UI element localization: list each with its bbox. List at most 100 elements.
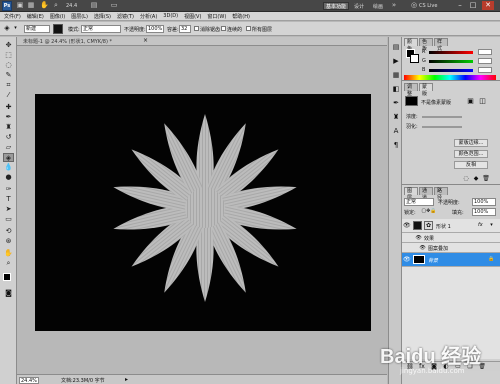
menu-view[interactable]: 视图(V) (184, 13, 201, 20)
tool-preset-chevron-icon[interactable]: ▾ (13, 24, 18, 34)
type-tool[interactable]: T (3, 195, 14, 204)
invert-button[interactable]: 反相 (454, 161, 488, 169)
menu-analysis[interactable]: 分析(A) (140, 13, 157, 20)
vector-mask-icon[interactable]: ◫ (478, 97, 487, 106)
tab-swatches[interactable]: 色板 (419, 38, 433, 52)
stamp-tool[interactable]: ♜ (3, 123, 14, 132)
workspace-more-icon[interactable]: » (390, 1, 398, 10)
background-layer-name[interactable]: 背景 (428, 257, 448, 264)
menu-image[interactable]: 图像(I) (50, 13, 65, 20)
fill-source-select[interactable]: 新建 (24, 25, 50, 33)
character-panel-icon[interactable]: A (391, 127, 401, 136)
layer-name[interactable]: 形状 1 (436, 223, 462, 230)
slider-r-track[interactable] (429, 51, 473, 54)
bucket-tool-icon[interactable]: ◈ (2, 24, 12, 34)
slider-g-track[interactable] (429, 60, 473, 63)
menu-help[interactable]: 帮助(H) (232, 13, 250, 20)
zoom-tool[interactable]: ⌕ (3, 259, 14, 268)
foreground-color-swatch[interactable] (3, 273, 11, 281)
effects-visibility-icon[interactable]: 👁 (415, 234, 422, 242)
layer-effects-row[interactable]: 👁 效果 (402, 233, 500, 243)
contiguous-checkbox[interactable] (221, 26, 226, 31)
slider-r-input[interactable] (478, 49, 492, 55)
pattern-swatch[interactable] (53, 24, 63, 34)
tab-layers[interactable]: 图层 (404, 187, 418, 201)
workspace-paint-button[interactable]: 绘画 (370, 2, 386, 10)
background-eye-icon[interactable]: 👁 (403, 255, 411, 264)
load-selection-icon[interactable]: ◌ (462, 174, 470, 182)
color-range-button[interactable]: 颜色范围... (454, 150, 488, 158)
opacity-input[interactable]: 100% (146, 25, 164, 33)
lock-icon[interactable]: ▢✥🔒 (420, 207, 438, 216)
document-tab[interactable]: 未标题-1 @ 24.4% (形状1, CMYK/8) * × (17, 37, 387, 46)
feather-track[interactable] (422, 126, 462, 128)
swatches-icon[interactable]: ▦ (391, 71, 401, 80)
history-panel-icon[interactable]: ▤ (391, 43, 401, 52)
menu-file[interactable]: 文件(F) (4, 13, 21, 20)
layer-blend-mode-select[interactable]: 正常 (404, 198, 434, 206)
menu-select[interactable]: 选择(S) (94, 13, 111, 20)
3d-orbit-tool[interactable]: ⊛ (3, 237, 14, 246)
minibridge-icon[interactable]: ▦ (27, 1, 35, 10)
menu-layer[interactable]: 图层(L) (71, 13, 88, 20)
workspace-design-button[interactable]: 设计 (351, 2, 367, 10)
marquee-tool[interactable]: ⬚ (3, 51, 14, 60)
status-arrow-icon[interactable]: ▸ (125, 376, 128, 383)
tolerance-input[interactable]: 32 (179, 25, 191, 33)
quick-mask-icon[interactable]: ◙ (3, 289, 14, 298)
layer-row-background[interactable]: 👁 背景 🔒 (402, 253, 500, 267)
zoom-tool-icon[interactable]: ⌕ (52, 1, 60, 10)
blend-mode-select[interactable]: 正常 (81, 25, 121, 33)
maximize-icon[interactable]: □ (468, 1, 478, 10)
apply-mask-icon[interactable]: ◆ (472, 174, 480, 182)
zoom-status[interactable]: 24.4% (19, 377, 39, 384)
tab-color[interactable]: 颜色 (404, 38, 418, 52)
healing-tool[interactable]: ✚ (3, 103, 14, 112)
paint-bucket-tool[interactable]: ◈ (3, 153, 14, 162)
tab-paths[interactable]: 路径 (434, 187, 448, 201)
minimize-icon[interactable]: – (455, 1, 465, 10)
close-icon[interactable]: ✕ (482, 1, 494, 10)
hand-tool[interactable]: ✋ (3, 249, 14, 258)
slider-b-input[interactable] (478, 67, 492, 73)
styles-icon[interactable]: ◧ (391, 85, 401, 94)
canvas[interactable] (35, 94, 371, 331)
pixel-mask-icon[interactable]: ▣ (466, 97, 475, 106)
eyedropper-tool[interactable]: ⁄ (3, 91, 14, 100)
menu-window[interactable]: 窗口(W) (207, 13, 226, 20)
hand-tool-icon[interactable]: ✋ (40, 1, 49, 10)
layer-row-shape[interactable]: 👁 ✿ 形状 1 fx ▾ (402, 219, 500, 233)
pattern-overlay-row[interactable]: 👁 图案叠加 (402, 243, 500, 253)
zoom-level[interactable]: 24.4 (66, 3, 80, 10)
bridge-icon[interactable]: ▣ (16, 1, 24, 10)
eraser-tool[interactable]: ▱ (3, 143, 14, 152)
pen-tool[interactable]: ✑ (3, 185, 14, 194)
screen-mode-icon[interactable]: ▭ (110, 1, 118, 10)
paragraph-panel-icon[interactable]: ¶ (391, 141, 401, 150)
crop-tool[interactable]: ⌗ (3, 81, 14, 90)
tab-channels[interactable]: 通道 (419, 187, 433, 201)
tab-masks[interactable]: 蒙版 (419, 83, 433, 97)
flower-shape[interactable] (35, 94, 371, 331)
fx-badge[interactable]: fx (478, 222, 486, 229)
brush-tool[interactable]: ✒ (3, 113, 14, 122)
delete-mask-icon[interactable]: 🗑 (482, 174, 490, 182)
menu-edit[interactable]: 编辑(E) (27, 13, 44, 20)
antialias-checkbox[interactable] (194, 26, 199, 31)
slider-b-track[interactable] (429, 69, 473, 72)
arrange-docs-icon[interactable]: ▤ (90, 1, 98, 10)
actions-panel-icon[interactable]: ▶ (391, 57, 401, 66)
move-tool[interactable]: ✥ (3, 41, 14, 50)
layer-opacity-input[interactable]: 100% (472, 198, 496, 206)
history-brush-tool[interactable]: ↺ (3, 133, 14, 142)
path-select-tool[interactable]: ➤ (3, 205, 14, 214)
clone-source-icon[interactable]: ♜ (391, 113, 401, 122)
color-spectrum-bar[interactable] (404, 75, 496, 80)
fill-input[interactable]: 100% (472, 208, 496, 216)
pattern-visibility-icon[interactable]: 👁 (419, 244, 426, 252)
blur-tool[interactable]: 💧 (3, 163, 14, 172)
dodge-tool[interactable]: ● (3, 173, 14, 182)
workspace-basic-button[interactable]: 基本功能 (323, 2, 349, 10)
tab-adjustments[interactable]: 调整 (404, 83, 418, 97)
density-track[interactable] (422, 116, 462, 118)
